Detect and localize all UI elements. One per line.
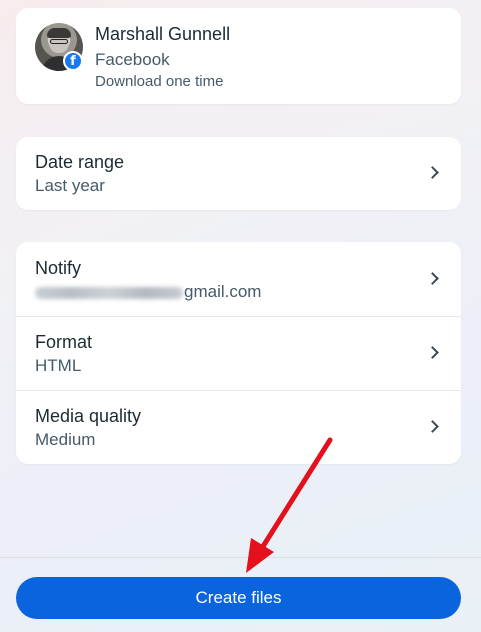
notify-email: gmail.com (35, 282, 261, 302)
download-frequency: Download one time (95, 73, 224, 90)
notify-row[interactable]: Notify gmail.com (16, 242, 461, 316)
notify-email-domain: gmail.com (184, 282, 262, 301)
notify-title: Notify (35, 258, 82, 278)
create-files-button[interactable]: Create files (16, 577, 461, 619)
settings-card: Notify gmail.com Format HTML Media quali… (16, 242, 461, 464)
format-title: Format (35, 332, 93, 352)
profile-name: Marshall Gunnell (95, 24, 231, 44)
date-range-title: Date range (35, 152, 125, 172)
format-row[interactable]: Format HTML (16, 317, 461, 390)
facebook-icon: f (63, 51, 83, 71)
profile-platform: Facebook (95, 50, 170, 69)
chevron-right-icon (426, 272, 439, 285)
date-range-value: Last year (35, 176, 105, 195)
chevron-right-icon (426, 420, 439, 433)
chevron-right-icon (426, 166, 439, 179)
date-range-row[interactable]: Date range Last year (16, 137, 461, 210)
redacted-email (35, 286, 183, 299)
footer-divider (0, 557, 481, 558)
chevron-right-icon (426, 346, 439, 359)
media-quality-value: Medium (35, 430, 96, 449)
format-value: HTML (35, 356, 82, 375)
profile-card: f Marshall Gunnell Facebook Download one… (16, 8, 461, 104)
media-quality-row[interactable]: Media quality Medium (16, 391, 461, 464)
media-quality-title: Media quality (35, 406, 142, 426)
